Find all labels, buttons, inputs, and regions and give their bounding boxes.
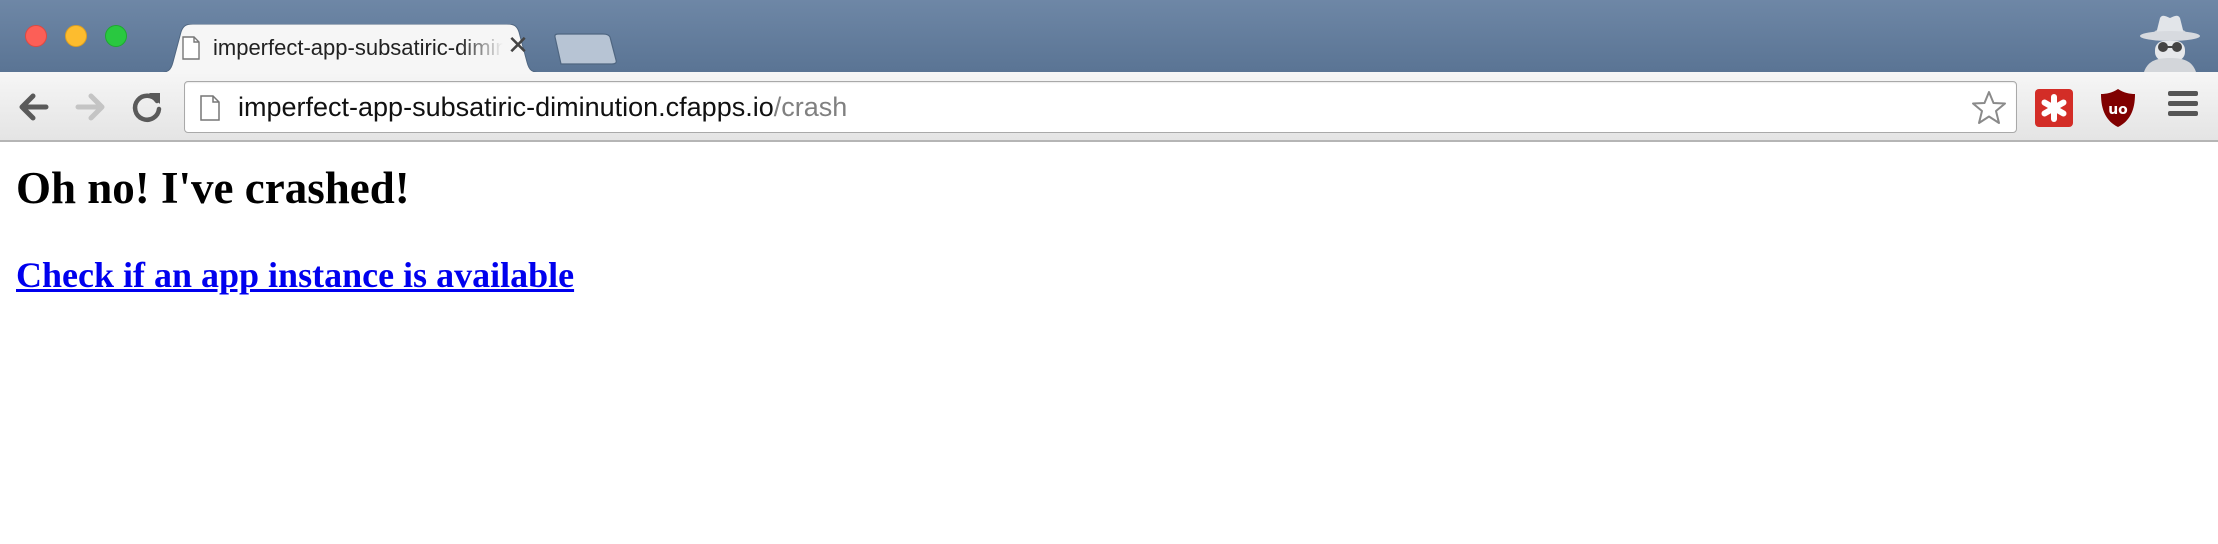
window-close-button[interactable] — [25, 25, 47, 47]
url-path: /crash — [773, 92, 848, 122]
browser-window: imperfect-app-subsatiric-diminution.cfap… — [0, 0, 2218, 544]
browser-toolbar: imperfect-app-subsatiric-diminution.cfap… — [0, 72, 2218, 142]
lastpass-icon[interactable] — [2034, 88, 2074, 128]
check-instance-link[interactable]: Check if an app instance is available — [16, 254, 574, 296]
tab-close-button[interactable]: ✕ — [505, 31, 531, 61]
page-content: Oh no! I've crashed! Check if an app ins… — [0, 144, 2218, 544]
address-url[interactable]: imperfect-app-subsatiric-diminution.cfap… — [238, 92, 847, 123]
address-bar[interactable]: imperfect-app-subsatiric-diminution.cfap… — [184, 81, 2017, 133]
reload-icon[interactable] — [127, 87, 167, 127]
hamburger-menu-icon[interactable] — [2168, 91, 2200, 123]
back-arrow-icon[interactable] — [14, 87, 54, 127]
tab-title: imperfect-app-subsatiric-diminution.cfap… — [213, 35, 503, 60]
forward-arrow-icon[interactable] — [70, 87, 110, 127]
page-heading: Oh no! I've crashed! — [16, 163, 410, 213]
page-icon — [200, 95, 220, 121]
star-icon[interactable] — [1970, 89, 2008, 127]
window-minimize-button[interactable] — [65, 25, 87, 47]
svg-text:uo: uo — [2108, 102, 2128, 118]
tab-active[interactable]: imperfect-app-subsatiric-diminution.cfap… — [155, 24, 545, 73]
tab-strip: imperfect-app-subsatiric-diminution.cfap… — [0, 0, 2218, 73]
page-icon — [182, 36, 200, 60]
ublock-origin-icon[interactable]: uo — [2098, 88, 2138, 128]
url-host: imperfect-app-subsatiric-diminution.cfap… — [238, 92, 774, 122]
incognito-icon — [2140, 15, 2200, 72]
window-maximize-button[interactable] — [105, 25, 127, 47]
new-tab-button[interactable] — [553, 33, 618, 65]
